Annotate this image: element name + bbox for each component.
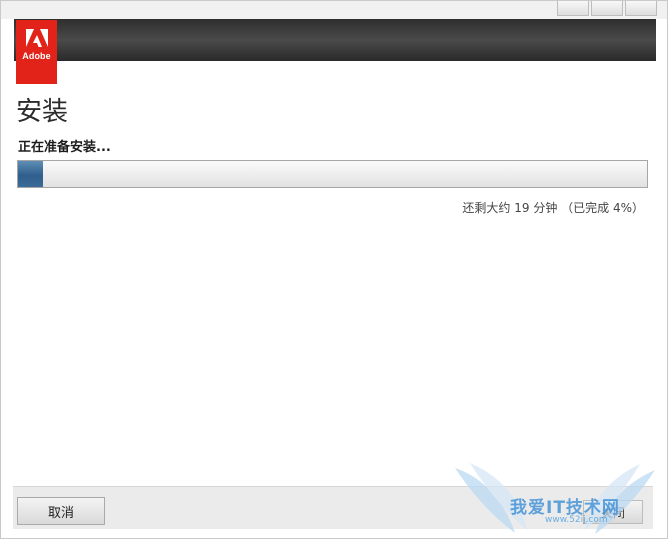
install-status: 正在准备安装... (18, 140, 111, 155)
page-title: 安装 (16, 97, 69, 127)
cancel-button[interactable]: 取消 (17, 497, 105, 525)
close-window-button[interactable] (625, 1, 657, 16)
progress-bar (17, 160, 648, 188)
installer-window: Adobe (0, 0, 668, 539)
minimize-button[interactable] (557, 1, 589, 16)
title-bar (1, 1, 667, 19)
adobe-logo: Adobe (16, 20, 57, 84)
progress-fill (18, 161, 44, 187)
window-controls (557, 1, 657, 17)
header-bar (14, 19, 656, 61)
logo-text: Adobe (22, 51, 51, 61)
watermark-url: www.52ij.com (545, 515, 608, 525)
adobe-a-icon (25, 29, 48, 47)
maximize-button[interactable] (591, 1, 623, 16)
time-remaining: 还剩大约 19 分钟 （已完成 4%） (462, 201, 644, 215)
